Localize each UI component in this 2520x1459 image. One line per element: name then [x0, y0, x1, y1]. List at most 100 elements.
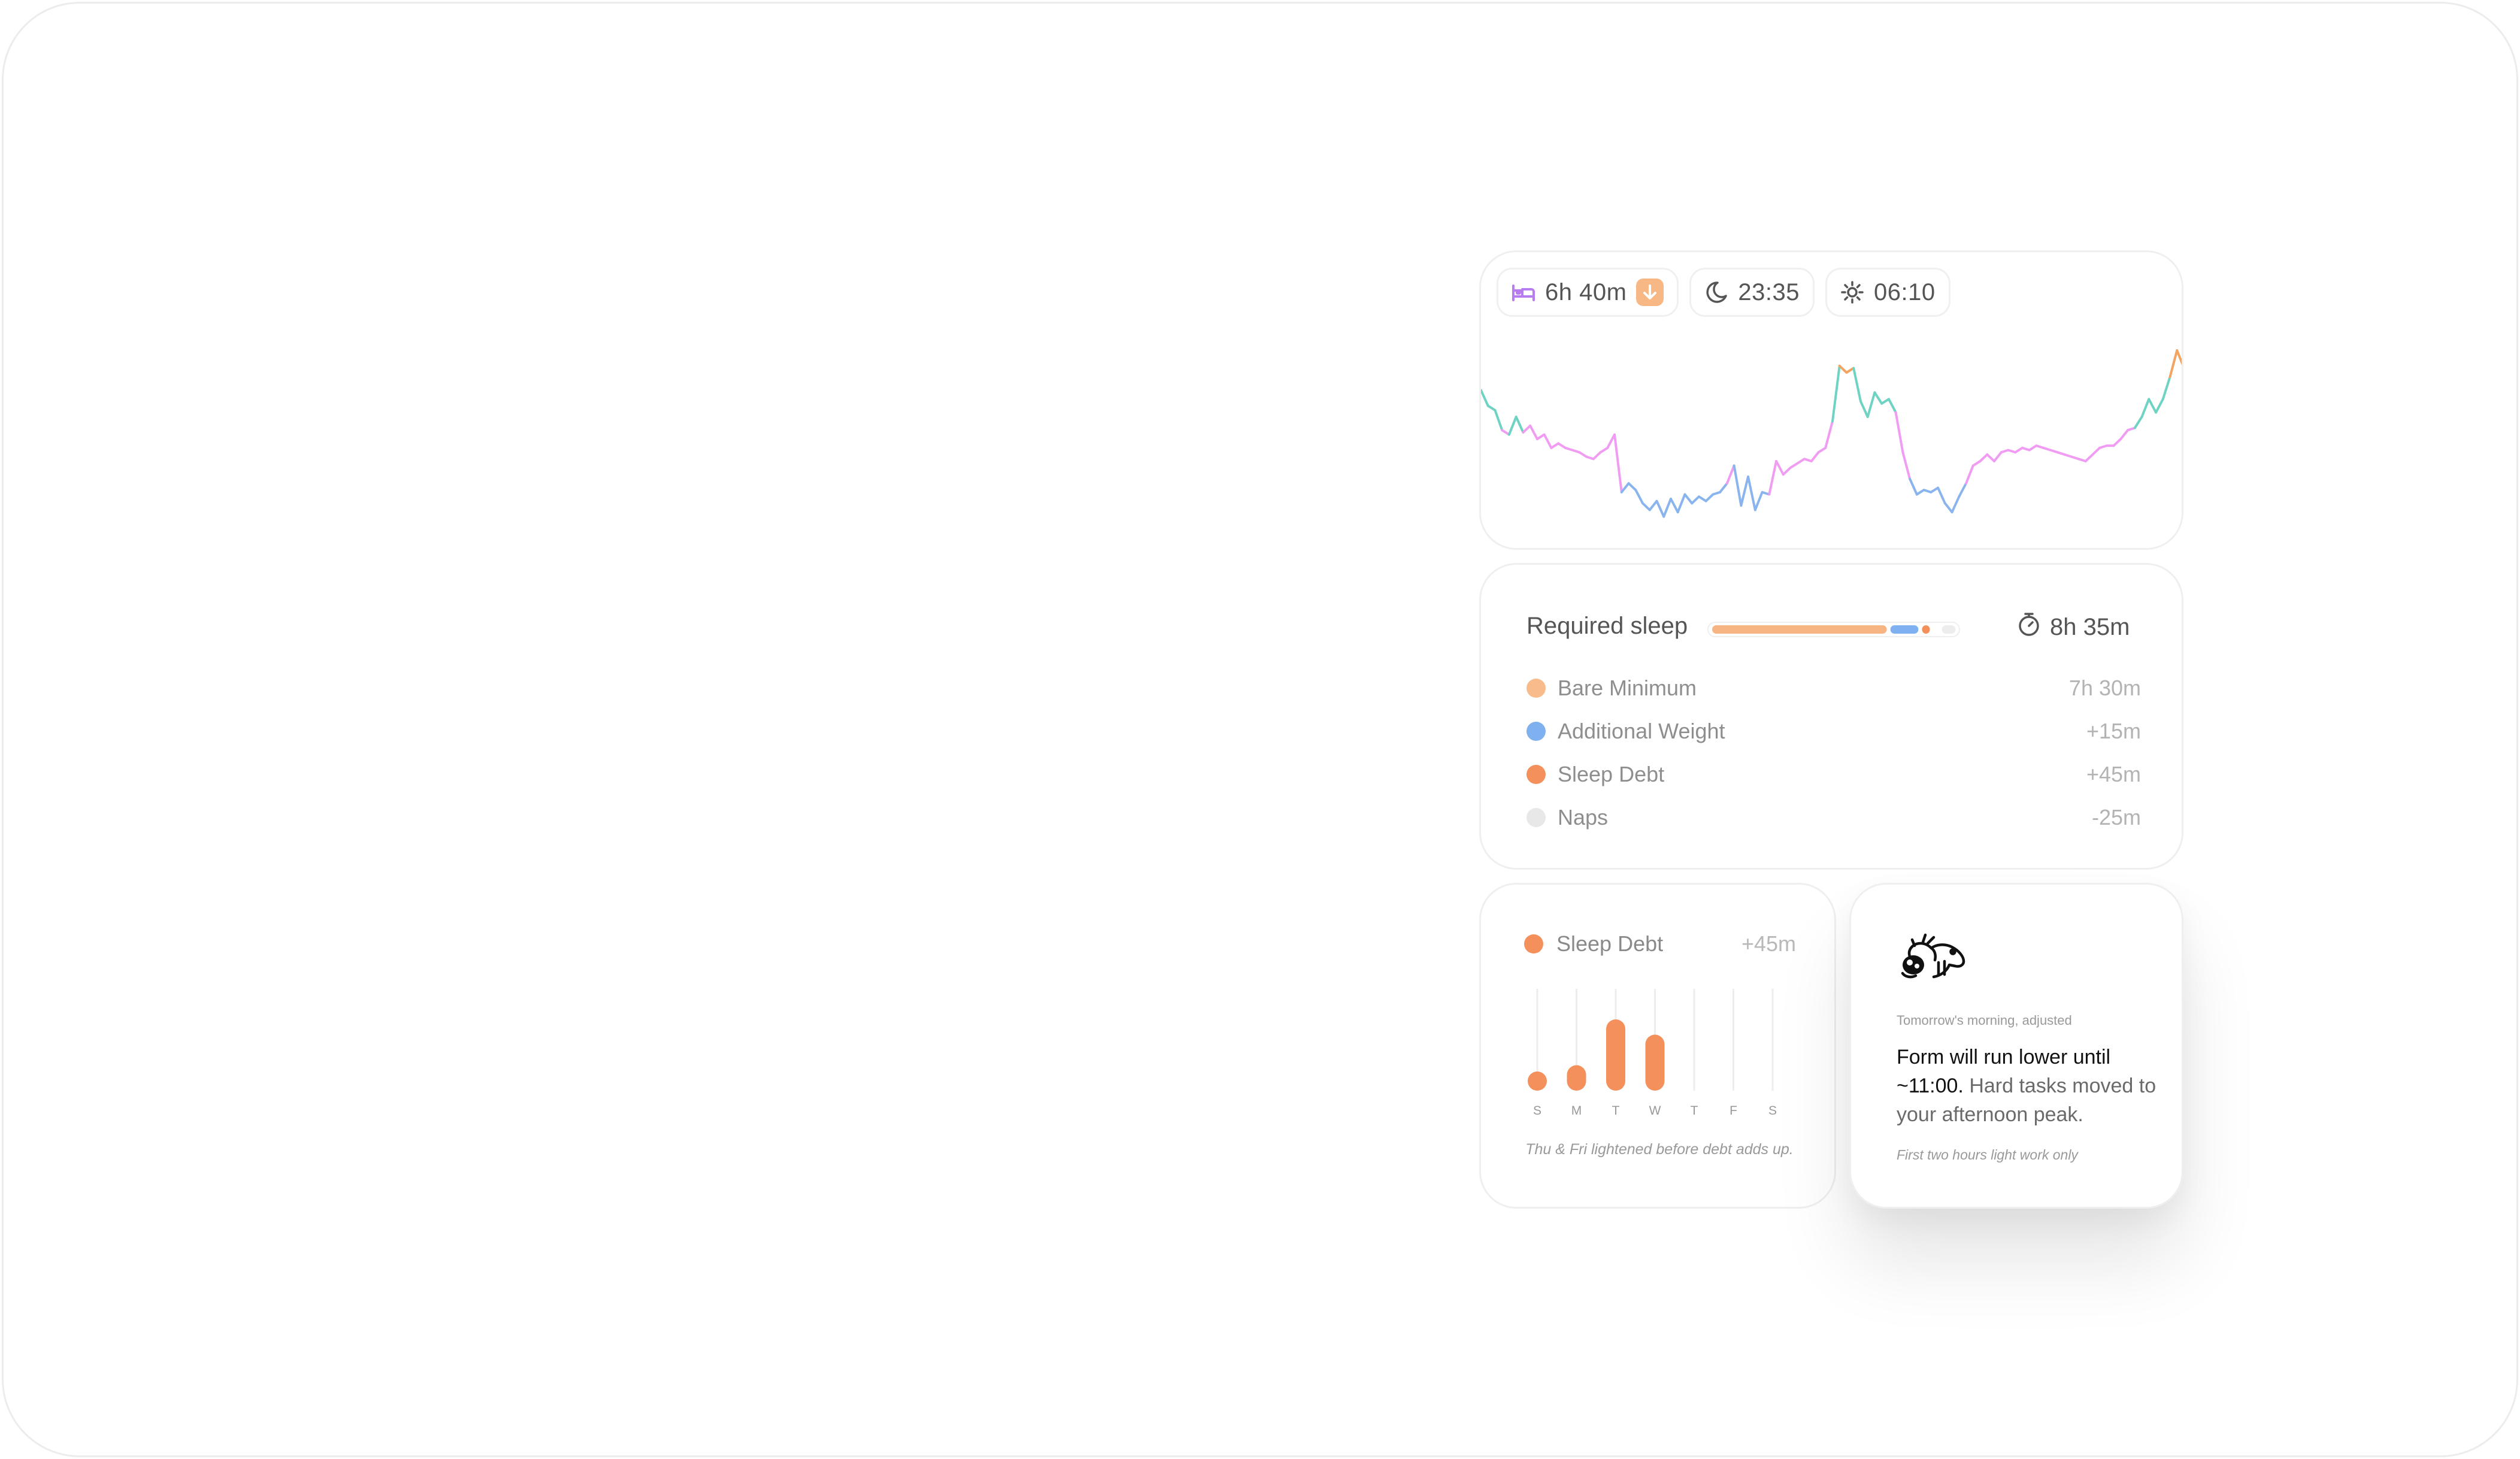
dog-mascot-icon: [1897, 928, 1968, 991]
sleep-debt-note: Thu & Fri lightened before debt adds up.: [1525, 1141, 1794, 1158]
required-legend: Bare Minimum 7h 30m Additional Weight +1…: [1526, 667, 2141, 839]
day-label: T: [1612, 1104, 1620, 1118]
insight-message: Form will run lower until ~11:00. Hard t…: [1897, 1043, 2160, 1129]
legend-value: +45m: [2086, 762, 2141, 786]
chart-line-segment: [2091, 446, 2101, 456]
sleep-debt-dot: [1524, 934, 1543, 954]
chart-line-segment: [1768, 460, 1778, 496]
required-sleep-bar: [1707, 622, 1960, 637]
legend-row-bare-minimum: Bare Minimum 7h 30m: [1526, 667, 2141, 710]
day-label: T: [1691, 1104, 1698, 1118]
chart-line-segment: [1599, 446, 1609, 454]
bedtime-value: 23:35: [1738, 279, 1800, 305]
debt-bar: [1606, 1019, 1625, 1091]
legend-row-naps: Naps -25m: [1526, 796, 2141, 839]
required-total-value: 8h 35m: [2050, 613, 2130, 640]
bedtime-chip[interactable]: 23:35: [1689, 268, 1815, 317]
chart-line-segment: [1494, 408, 1504, 432]
chart-line-segment: [1543, 433, 1553, 449]
chart-line-segment: [1627, 482, 1637, 492]
legend-value: +15m: [2086, 719, 2141, 743]
chart-line-segment: [1535, 433, 1546, 440]
chart-line-segment: [1796, 458, 1806, 465]
chart-line-segment: [1515, 416, 1525, 434]
bar-segment: [1712, 625, 1887, 634]
legend-dot: [1526, 808, 1546, 827]
chart-line-segment: [1507, 416, 1518, 436]
duration-chip[interactable]: 6h 40m: [1497, 268, 1679, 317]
chart-line-segment: [1915, 489, 1925, 496]
day-label: S: [1768, 1104, 1777, 1118]
sleep-chart-card[interactable]: 6h 40m 23:35 06:10: [1479, 250, 2183, 550]
chart-line-segment: [1697, 495, 1707, 503]
chart-line-segment: [2176, 349, 2182, 365]
chart-line-segment: [1852, 367, 1862, 403]
bar-segment: [1922, 625, 1930, 634]
chart-line-segment: [1522, 424, 1532, 434]
chart-line-segment: [1648, 500, 1658, 511]
chart-line-segment: [1740, 475, 1750, 507]
chart-line-segment: [1894, 411, 1904, 454]
sleep-debt-header: Sleep Debt +45m: [1524, 931, 1796, 956]
legend-value: 7h 30m: [2068, 676, 2141, 700]
chart-line-segment: [2028, 444, 2038, 452]
chart-line-segment: [1753, 491, 1764, 511]
legend-label: Sleep Debt: [1558, 762, 1665, 786]
wake-chip[interactable]: 06:10: [1825, 268, 1950, 317]
chart-line-segment: [1866, 391, 1876, 418]
sleep-duration: 6h 40m: [1545, 279, 1627, 305]
chart-line-segment: [1747, 475, 1756, 511]
insight-card[interactable]: Tomorrow's morning, adjusted Form will r…: [1849, 883, 2183, 1209]
insight-eyebrow: Tomorrow's morning, adjusted: [1897, 1013, 2072, 1028]
chart-line-segment: [1704, 493, 1715, 503]
chart-line-segment: [1993, 451, 2003, 462]
sun-icon: [1840, 280, 1864, 304]
chart-line-segment: [1817, 446, 1827, 454]
debt-bar: [1567, 1065, 1586, 1091]
legend-dot: [1526, 722, 1546, 741]
arrow-down-icon: [1636, 279, 1664, 306]
sleep-debt-title: Sleep Debt: [1556, 931, 1664, 956]
debt-bar: [1645, 1034, 1665, 1091]
chart-line-segment: [1620, 482, 1630, 494]
chart-line-segment: [1937, 486, 1946, 505]
chart-line-segment: [2133, 416, 2143, 429]
chart-line-segment: [1986, 453, 1996, 462]
required-sleep-card[interactable]: Required sleep 8h 35m Bare Minimum 7h 30…: [1479, 563, 2183, 870]
insight-footnote: First two hours light work only: [1897, 1147, 2078, 1163]
chart-line-segment: [1550, 442, 1560, 449]
chart-line-segment: [1838, 364, 1848, 374]
chart-line-segment: [1979, 453, 1989, 462]
chart-line-segment: [1901, 451, 1912, 480]
sleep-debt-card[interactable]: S M T W T F S Sleep Debt +45m Thu & Fri lighte…: [1479, 883, 1836, 1209]
chart-line-segment: [1950, 495, 1961, 514]
chart-line-segment: [1655, 500, 1665, 518]
chart-line-segment: [1669, 497, 1679, 514]
chart-line-segment: [1880, 398, 1890, 405]
chart-line-segment: [1824, 420, 1834, 449]
chart-line-segment: [1641, 502, 1651, 511]
chart-line-segment: [1943, 502, 1953, 514]
chart-line-segment: [2140, 398, 2151, 418]
chart-line-segment: [1529, 424, 1538, 440]
chart-line-segment: [1831, 364, 1841, 423]
chart-line-segment: [1613, 433, 1623, 494]
bed-icon: [1512, 283, 1535, 301]
moon-icon: [1704, 280, 1728, 304]
chart-line-segment: [1782, 467, 1792, 476]
chart-line-segment: [1873, 391, 1883, 405]
chart-line-segment: [1634, 489, 1644, 505]
chart-line-segment: [1789, 462, 1799, 470]
chart-line-segment: [1725, 464, 1735, 485]
chart-line-segment: [2155, 398, 2164, 414]
legend-value: -25m: [2091, 805, 2141, 830]
chart-line-segment: [1930, 486, 1940, 494]
legend-label: Additional Weight: [1558, 719, 1725, 743]
legend-row-additional-weight: Additional Weight +15m: [1526, 710, 2141, 753]
required-sleep-title: Required sleep: [1526, 613, 1688, 639]
chart-line-segment: [1810, 451, 1820, 462]
chart-line-segment: [2119, 429, 2130, 440]
chart-line-segment: [1606, 433, 1616, 449]
stopwatch-icon: [2018, 612, 2040, 643]
chart-line-segment: [2161, 376, 2171, 401]
